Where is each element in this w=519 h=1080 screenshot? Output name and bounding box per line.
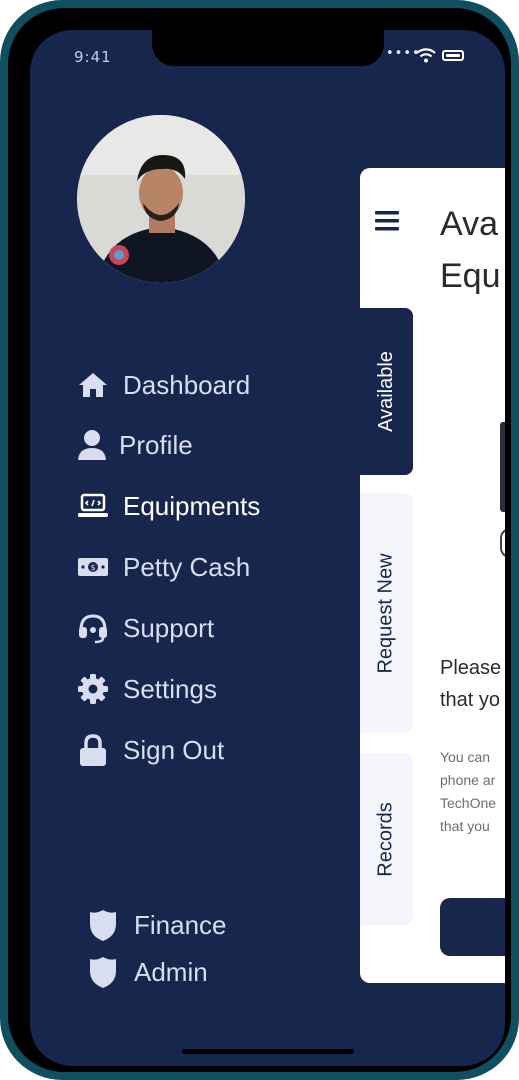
user-icon [77, 429, 107, 461]
role-item-finance[interactable]: Finance [88, 905, 227, 945]
tab-label: Available [375, 351, 397, 432]
phone-bezel: 9:41 •••• Dashboard Profile Equipments $… [8, 8, 511, 1072]
menu-item-dashboard[interactable]: Dashboard [77, 365, 250, 405]
battery-icon [442, 50, 464, 61]
tab-records[interactable]: Records [360, 753, 413, 926]
description-line: TechOne [440, 795, 497, 811]
menu-item-profile[interactable]: Profile [77, 425, 193, 465]
device-illustration-knob [500, 528, 505, 558]
menu-item-label: Equipments [123, 490, 261, 521]
menu-item-petty-cash[interactable]: $ Petty Cash [77, 547, 250, 587]
role-item-admin[interactable]: Admin [88, 952, 208, 992]
page-title-line2: Equ [440, 257, 501, 295]
empty-state-description: You can phone ar TechOne that you [440, 746, 496, 838]
menu-hamburger-icon[interactable] [374, 210, 400, 236]
role-item-label: Admin [134, 956, 208, 987]
description-line: You can [440, 749, 491, 765]
description-line: phone ar [440, 772, 496, 788]
home-indicator[interactable] [182, 1049, 354, 1054]
page-title: Ava Equ [440, 198, 501, 302]
home-icon [77, 369, 111, 401]
message-line: that yo [440, 689, 501, 711]
notch [152, 30, 384, 66]
laptop-icon [77, 490, 111, 522]
gear-icon [77, 673, 111, 705]
menu-item-label: Profile [119, 429, 193, 460]
menu-item-label: Petty Cash [123, 551, 251, 582]
tab-label: Records [375, 802, 398, 877]
menu-item-label: Dashboard [123, 369, 251, 400]
shield-icon [88, 955, 122, 989]
menu-item-sign-out[interactable]: Sign Out [77, 730, 224, 770]
avatar-photo [77, 115, 245, 283]
headset-icon [77, 612, 111, 644]
description-line: that you [440, 818, 490, 834]
message-line: Please [440, 657, 502, 679]
avatar[interactable] [77, 115, 245, 283]
status-icons: •••• [386, 46, 476, 66]
tab-available[interactable]: Available [360, 308, 413, 475]
phone-frame: 9:41 •••• Dashboard Profile Equipments $… [0, 0, 519, 1080]
tab-label: Request New [375, 552, 397, 674]
primary-action-button[interactable] [440, 898, 505, 956]
shield-icon [88, 908, 122, 942]
role-item-label: Finance [134, 909, 227, 940]
menu-item-label: Sign Out [123, 734, 225, 765]
cash-icon: $ [77, 551, 111, 583]
wifi-icon [416, 48, 436, 63]
lock-icon [77, 734, 111, 766]
screen: 9:41 •••• Dashboard Profile Equipments $… [30, 30, 505, 1066]
svg-text:$: $ [90, 563, 95, 572]
menu-item-label: Settings [123, 673, 217, 704]
empty-state-message: Please that yo [440, 652, 501, 716]
device-illustration [500, 422, 505, 512]
menu-item-equipments[interactable]: Equipments [77, 486, 260, 526]
menu-item-support[interactable]: Support [77, 608, 214, 648]
menu-item-settings[interactable]: Settings [77, 669, 217, 709]
page-title-line1: Ava [440, 205, 498, 243]
main-content-card: Ava Equ Available Request New Records Pl… [360, 168, 505, 983]
menu-item-label: Support [123, 612, 215, 643]
tab-request-new[interactable]: Request New [360, 493, 413, 733]
status-time: 9:41 [74, 48, 112, 66]
